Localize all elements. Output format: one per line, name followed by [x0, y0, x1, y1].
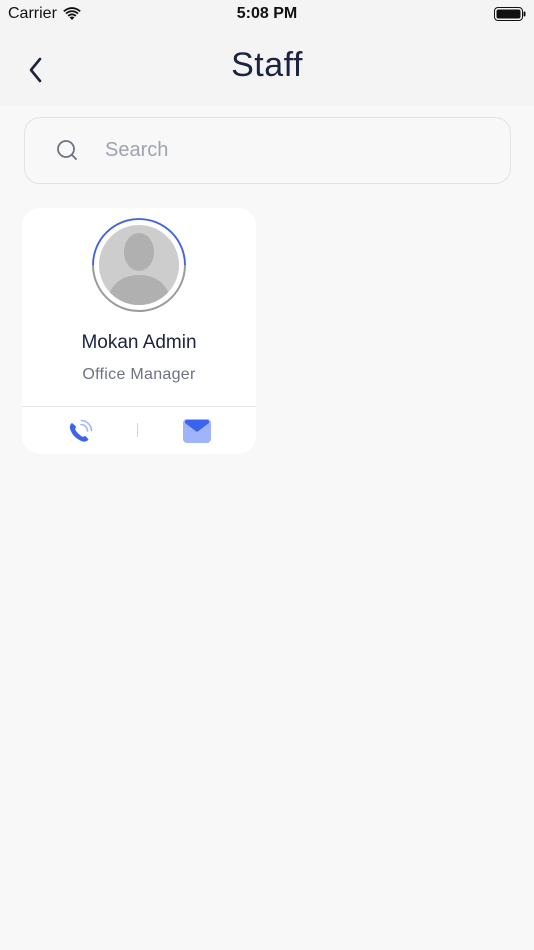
- action-separator: [137, 423, 138, 437]
- phone-icon: [69, 419, 93, 442]
- avatar: [92, 218, 186, 312]
- email-button[interactable]: [182, 418, 212, 444]
- status-bar: Carrier 5:08 PM: [0, 0, 534, 30]
- avatar-placeholder-icon: [92, 218, 186, 305]
- card-divider: [22, 406, 256, 407]
- mail-icon: [183, 419, 211, 443]
- staff-role: Office Manager: [82, 366, 196, 383]
- battery-icon: [494, 7, 526, 21]
- page-title: Staff: [231, 46, 303, 84]
- call-button[interactable]: [66, 418, 94, 446]
- search-icon: [57, 140, 77, 160]
- staff-card[interactable]: Mokan Admin Office Manager: [22, 208, 256, 454]
- staff-name: Mokan Admin: [81, 332, 197, 353]
- search-input[interactable]: [105, 128, 495, 172]
- nav-header: Staff: [0, 30, 534, 106]
- status-time: 5:08 PM: [236, 5, 298, 22]
- search-bar[interactable]: [24, 117, 511, 184]
